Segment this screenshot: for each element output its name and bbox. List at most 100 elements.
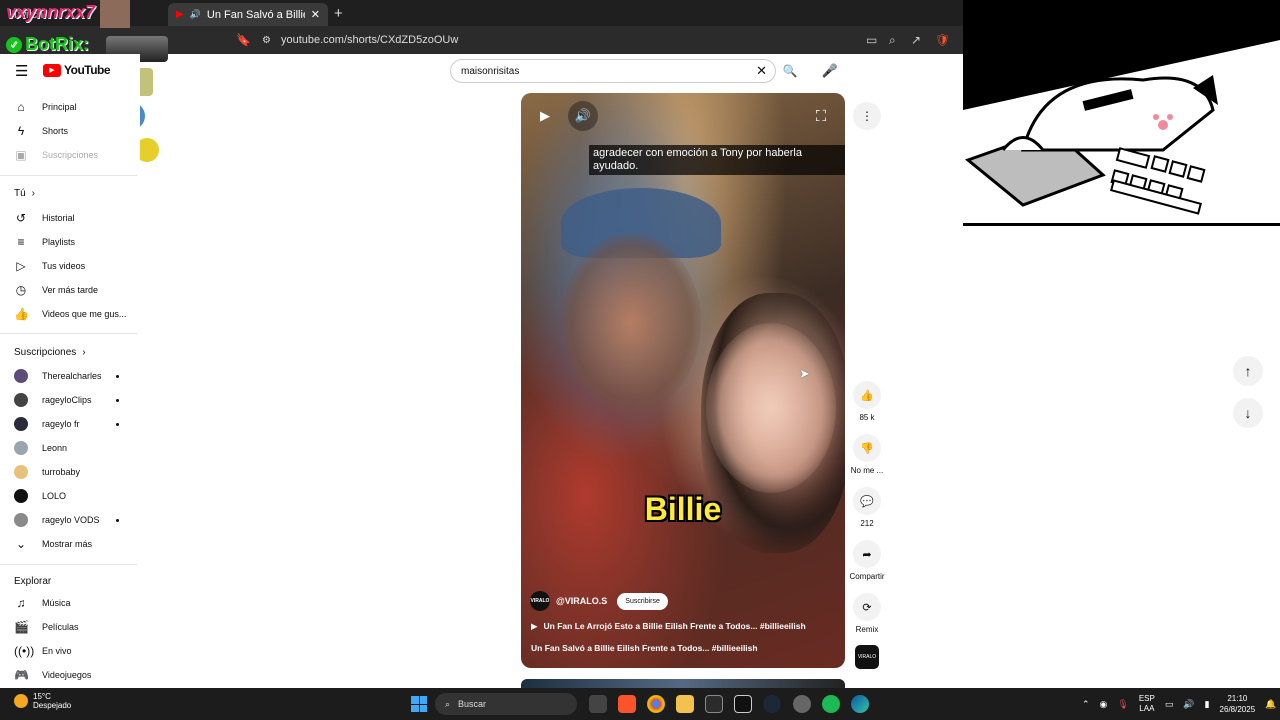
related-video-link[interactable]: ▶ Un Fan Le Arrojó Esto a Billie Eilish … [531, 621, 806, 632]
sidebar-subscription[interactable]: rageylo VODS [14, 508, 100, 532]
sidebar-item-music[interactable]: ♫ Música [14, 591, 71, 615]
sidebar-subscription[interactable]: rageyloClips [14, 388, 92, 412]
sidebar-item-label: Principal [42, 102, 77, 112]
dislike-button[interactable]: 👎 No me ... [846, 434, 888, 475]
explore-heading-label: Explorar [14, 576, 52, 587]
sidebar-item-your-videos[interactable]: ▷ Tus videos [14, 254, 85, 278]
task-view-icon[interactable] [589, 695, 607, 713]
battery-icon[interactable]: ▮ [1205, 699, 1210, 710]
url-bar[interactable]: ⚙ youtube.com/shorts/CXdZD5zoOUw [256, 30, 856, 50]
discord-icon[interactable]: ◉ [1100, 699, 1108, 710]
comments-button[interactable]: 💬 212 [846, 487, 888, 528]
channel-handle[interactable]: @VIRALO.S [556, 596, 607, 606]
sidebar-subscription[interactable]: Leonn [14, 436, 67, 460]
sidebar-item-label: Ver más tarde [42, 285, 99, 295]
sidebar-item-label: Playlists [42, 237, 76, 247]
spotify-icon[interactable] [822, 695, 840, 713]
chevron-right-icon: › [82, 347, 86, 358]
windows-start-icon[interactable] [411, 696, 427, 712]
obs-icon[interactable] [793, 695, 811, 713]
edge-icon[interactable] [851, 695, 869, 713]
sidebar-item-gaming[interactable]: 🎮 Videojuegos [14, 663, 91, 687]
notification-icon[interactable]: 🔔 [1265, 699, 1276, 710]
microsoft-store-icon[interactable] [705, 695, 723, 713]
youtube-logo[interactable]: ▶ YouTube [43, 63, 111, 77]
clock[interactable]: 21:10 26/8/2025 [1220, 693, 1256, 715]
tab-youtube-short[interactable]: ▶ 🔊 Un Fan Salvó a Billie Eilish Fre ✕ [168, 3, 328, 26]
channel-name: rageyloClips [42, 395, 92, 405]
channel-avatar[interactable]: VIRALO [530, 591, 550, 611]
sidebar-item-playlists[interactable]: ≡ Playlists [14, 230, 75, 254]
sidebar-item-label: En vivo [42, 646, 72, 656]
new-tab-button[interactable]: + [334, 5, 343, 22]
file-explorer-icon[interactable] [676, 695, 694, 713]
volume-button[interactable]: 🔊 [568, 101, 598, 131]
sidebar-item-subscriptions[interactable]: ▣ Suscripciones [14, 143, 98, 167]
channel-name: Therealcharles [42, 371, 102, 381]
play-button[interactable]: ▶ [530, 101, 560, 131]
audio-source-thumbnail[interactable]: VIRALO [855, 645, 879, 669]
chevron-down-icon: ⌄ [15, 537, 27, 551]
sidebar-item-liked-videos[interactable]: 👍 Videos que me gus... [14, 302, 126, 326]
explore-section-heading: Explorar [14, 576, 51, 587]
sidebar-item-live[interactable]: ((•)) En vivo [14, 639, 72, 663]
brave-browser-icon[interactable] [618, 695, 636, 713]
lang-bottom: LAA [1139, 704, 1155, 713]
comment-count: 212 [860, 519, 874, 528]
burned-in-caption: Billie [644, 491, 722, 527]
sidebar-subscription[interactable]: Therealcharles [14, 364, 102, 388]
volume-icon[interactable]: 🔊 [1183, 699, 1194, 710]
clear-search-icon[interactable]: ✕ [756, 63, 767, 79]
you-heading-label: Tú [14, 188, 26, 199]
share-icon[interactable]: ↗ [911, 33, 921, 47]
video-title-text: Un Fan Salvó a Billie Eilish Frente a To… [531, 643, 710, 653]
chrome-icon[interactable] [647, 695, 665, 713]
menu-icon[interactable]: ☰ [15, 62, 28, 80]
subscriptions-section-heading[interactable]: Suscripciones › [14, 347, 86, 358]
youtube-favicon-icon: ▶ [176, 9, 184, 20]
search-input[interactable]: maisonrisitas ✕ [450, 59, 776, 83]
site-info-icon[interactable]: ⚙ [262, 35, 271, 46]
network-icon[interactable]: ▭ [1165, 699, 1174, 710]
remix-button[interactable]: ⟳ Remix [846, 593, 888, 634]
sidebar-item-shorts[interactable]: ϟ Shorts [14, 119, 68, 143]
sidebar-subscription[interactable]: turrobaby [14, 460, 80, 484]
video-hashtag[interactable]: #billieeilish [712, 643, 758, 653]
close-tab-icon[interactable]: ✕ [311, 8, 320, 21]
video-title[interactable]: Un Fan Salvó a Billie Eilish Frente a To… [531, 643, 758, 653]
weather-widget[interactable]: 15°C Despejado [14, 692, 71, 710]
like-button[interactable]: 👍 85 k [846, 381, 888, 422]
sidebar-subscription[interactable]: rageylo fr [14, 412, 80, 436]
search-button[interactable]: 🔍 [776, 59, 804, 83]
cast-icon[interactable]: ▭ [866, 33, 877, 47]
channel-avatar [14, 513, 28, 527]
previous-short-button[interactable]: ↑ [1233, 356, 1263, 386]
brave-shield-icon[interactable]: 🛡 [935, 33, 950, 47]
sidebar-item-movies[interactable]: 🎬 Películas [14, 615, 79, 639]
more-options-button[interactable]: ⋮ [853, 102, 881, 130]
chevron-up-icon[interactable]: ⌃ [1082, 699, 1090, 710]
shorts-video-player[interactable]: ▶ 🔊 ⛶ agradecer con emoción a Tony por h… [521, 93, 845, 668]
next-short-preview[interactable] [521, 679, 845, 688]
show-more-button[interactable]: ⌄ Mostrar más [14, 532, 92, 556]
related-video-title: Un Fan Le Arrojó Esto a Billie Eilish Fr… [543, 621, 806, 631]
divider [0, 564, 137, 565]
sidebar-item-watch-later[interactable]: ◷ Ver más tarde [14, 278, 98, 302]
sidebar-subscription[interactable]: LOLO [14, 484, 66, 508]
steam-icon[interactable] [763, 695, 781, 713]
next-short-button[interactable]: ↓ [1233, 398, 1263, 428]
channel-avatar [14, 441, 28, 455]
share-button[interactable]: ➦ Compartir [846, 540, 888, 581]
sidebar-item-history[interactable]: ↺ Historial [14, 206, 75, 230]
zoom-icon[interactable]: ⌕ [889, 33, 896, 48]
voice-search-button[interactable]: 🎤 [818, 59, 842, 83]
epic-games-icon[interactable] [734, 695, 752, 713]
microphone-icon[interactable]: 🎙 [1117, 699, 1128, 710]
fullscreen-button[interactable]: ⛶ [806, 101, 836, 131]
taskbar-search[interactable]: ⌕ Buscar [435, 693, 577, 715]
you-section-heading[interactable]: Tú › [14, 188, 35, 199]
bookmark-icon[interactable]: 🔖 [236, 33, 251, 47]
subscribe-button[interactable]: Suscribirse [617, 592, 668, 610]
language-indicator[interactable]: ESP LAA [1139, 694, 1155, 714]
sidebar-item-home[interactable]: ⌂ Principal [14, 95, 77, 119]
